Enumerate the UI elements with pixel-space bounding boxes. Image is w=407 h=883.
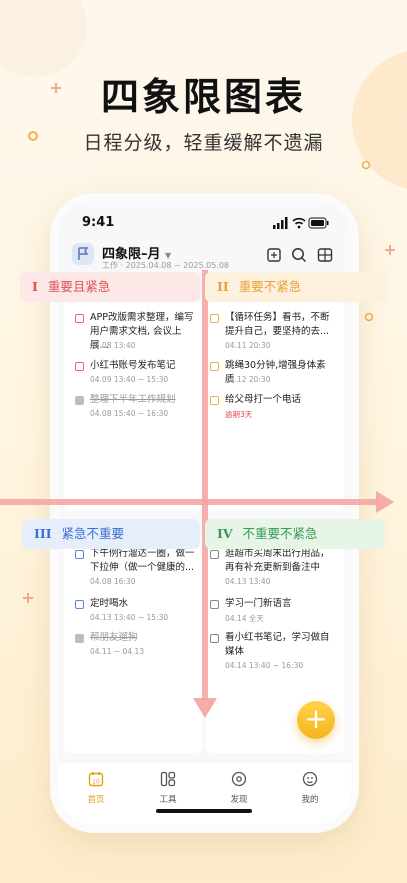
quadrant-header-4[interactable]: IV 不重要不紧急	[205, 519, 385, 549]
tag-icon[interactable]	[266, 247, 282, 263]
quadrant-label: 重要且紧急	[47, 279, 111, 294]
chevron-down-icon: ▼	[165, 251, 172, 260]
task-date: 04.08 13:40	[90, 341, 136, 350]
quadrant-label: 重要不紧急	[238, 279, 302, 294]
hero-subtitle: 日程分级，轻重缓解不遗漏	[83, 132, 324, 154]
task-date: 04.11 20:30	[225, 341, 271, 350]
checkbox[interactable]	[210, 600, 219, 609]
quadrant-numeral: II	[217, 279, 229, 294]
task-title: 小红书账号发布笔记	[90, 360, 176, 371]
status-icons	[273, 217, 329, 229]
quadrant-numeral: III	[34, 526, 52, 541]
checkbox[interactable]	[75, 600, 84, 609]
quadrant-numeral: I	[32, 279, 38, 294]
task-title: 下午例行溜达一圈，做一下拉伸（做一个健康的...	[90, 548, 195, 573]
checkbox-checked[interactable]	[75, 396, 84, 405]
quadrant-label: 紧急不重要	[61, 526, 125, 541]
tab-bar: 10 首页 工具 发现 我的	[58, 763, 351, 825]
status-time: 9:41	[82, 215, 115, 230]
tab-home[interactable]: 10 首页	[70, 771, 122, 805]
svg-text:10: 10	[92, 779, 100, 786]
tools-icon	[160, 771, 176, 787]
discover-icon	[231, 771, 247, 787]
task-date: 04.12 20:30	[225, 375, 271, 384]
tab-tools[interactable]: 工具	[142, 771, 194, 805]
quadrant-label: 不重要不紧急	[242, 526, 318, 541]
page-meta: 工作 · 2025.04.08 ~ 2025.05.08	[102, 261, 230, 270]
decor-plus	[385, 245, 395, 255]
tab-discover[interactable]: 发现	[213, 771, 265, 805]
add-task-button[interactable]: +	[297, 701, 335, 739]
task-title: 【循环任务】看书，不断提升自己，要坚持的去...	[225, 312, 330, 337]
task-title: 整理下半年工作规划	[90, 394, 176, 405]
task-date: 04.13 13:40 ~ 15:30	[90, 613, 169, 622]
home-indicator	[156, 809, 252, 813]
quadrant-header-2[interactable]: II 重要不紧急	[205, 272, 387, 302]
search-icon[interactable]	[291, 247, 307, 263]
task-date: 04.08 16:30	[90, 577, 136, 586]
grid-icon[interactable]	[317, 247, 333, 263]
task-title: 看小红书笔记，学习做自媒体	[225, 632, 330, 657]
task-title: 逛超市买周末出行用品，再有补充更新到备注中	[225, 548, 330, 573]
task-title: 定时喝水	[90, 598, 129, 609]
flag-icon[interactable]	[72, 243, 94, 265]
task-date: 04.14 13:40 ~ 16:30	[225, 661, 304, 670]
task-date: 04.11 ~ 04.13	[90, 647, 144, 656]
quadrant-header-3[interactable]: III 紧急不重要	[22, 519, 200, 549]
checkbox[interactable]	[210, 550, 219, 559]
decor-ring	[361, 160, 371, 170]
page-header: 四象限–月 ▼ 工作 · 2025.04.08 ~ 2025.05.08	[72, 241, 337, 275]
decor-plus	[23, 593, 33, 603]
checkbox[interactable]	[210, 362, 219, 371]
profile-icon	[302, 771, 318, 787]
decor-ring	[364, 312, 374, 322]
task-title: 学习一门新语言	[225, 598, 292, 609]
task-date: 04.14 全天	[225, 614, 264, 623]
calendar-icon: 10	[88, 772, 104, 787]
task-title: 给父母打一个电话	[225, 394, 302, 405]
tab-profile[interactable]: 我的	[284, 771, 336, 805]
task-date: 04.13 13:40	[225, 577, 271, 586]
checkbox[interactable]	[75, 314, 84, 323]
task-date: 04.09 13:40 ~ 15:30	[90, 375, 169, 384]
status-bar: 9:41	[82, 215, 329, 233]
quadrant-numeral: IV	[217, 526, 233, 541]
checkbox[interactable]	[210, 396, 219, 405]
checkbox-checked[interactable]	[75, 634, 84, 643]
task-title: 帮朋友遛狗	[90, 632, 138, 643]
hero-title: 四象限图表	[100, 75, 306, 119]
checkbox[interactable]	[210, 314, 219, 323]
checkbox[interactable]	[75, 362, 84, 371]
task-date: 04.08 15:40 ~ 16:30	[90, 409, 169, 418]
checkbox[interactable]	[210, 634, 219, 643]
quadrant-header-1[interactable]: I 重要且紧急	[20, 272, 200, 302]
checkbox[interactable]	[75, 550, 84, 559]
overdue-label: 逾期3天	[225, 410, 253, 419]
